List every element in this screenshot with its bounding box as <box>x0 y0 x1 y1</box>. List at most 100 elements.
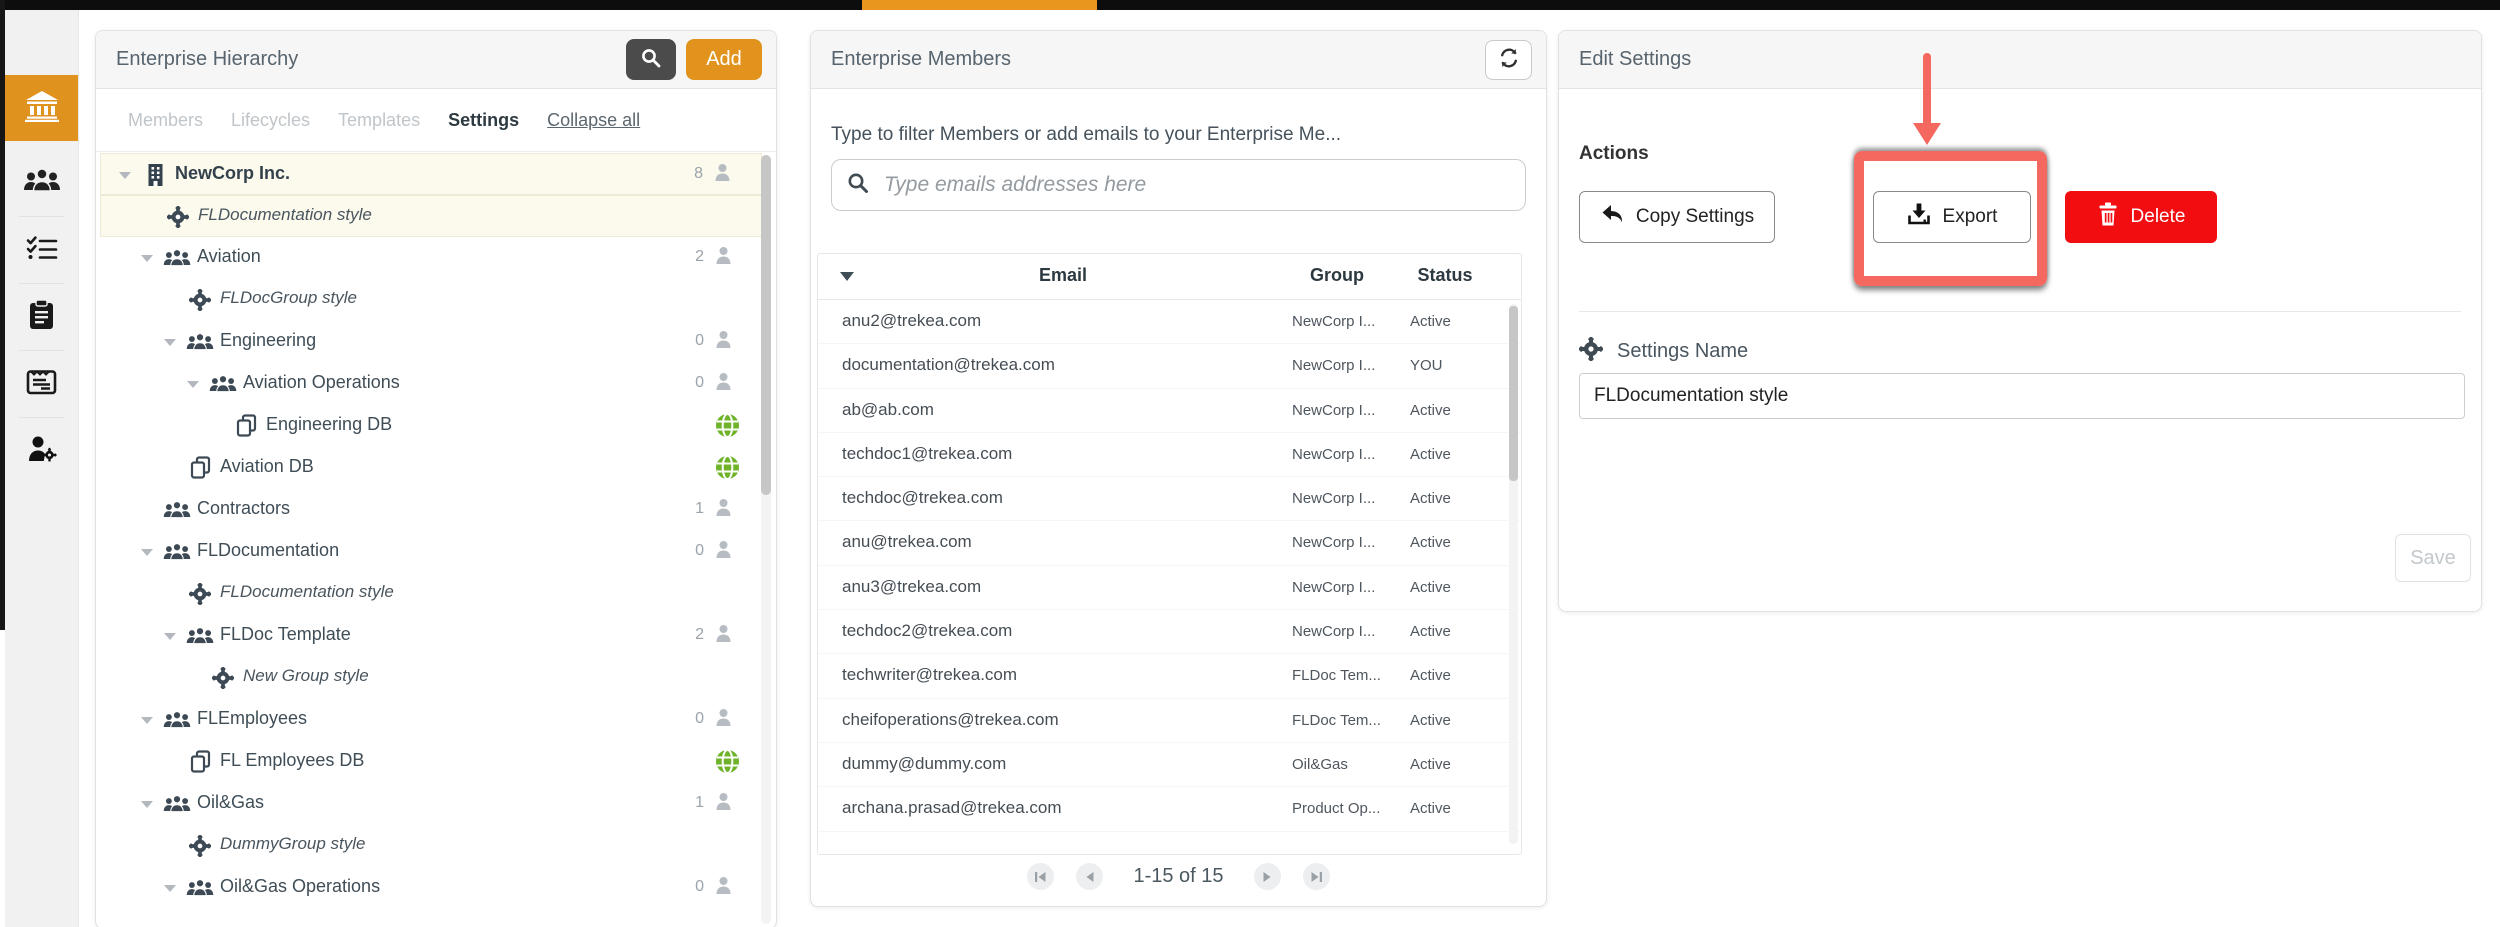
refresh-button[interactable] <box>1485 40 1532 80</box>
member-count: 8 <box>694 165 703 183</box>
email-filter-input[interactable] <box>882 172 1511 198</box>
person-icon <box>715 372 732 396</box>
table-row[interactable]: techdoc@trekea.comNewCorp I...Active <box>818 477 1521 521</box>
actions-heading: Actions <box>1579 143 1649 165</box>
caret-down-icon[interactable] <box>141 717 153 724</box>
caret-down-icon[interactable] <box>141 549 153 556</box>
tree-item[interactable]: FLDocumentation0 <box>100 531 762 573</box>
sidebar-item-enterprise[interactable] <box>5 75 78 141</box>
table-row[interactable]: anu2@trekea.comNewCorp I...Active <box>818 300 1521 344</box>
tree-item[interactable]: - <box>100 909 762 927</box>
next-page-button[interactable] <box>1254 863 1281 890</box>
tree-item[interactable]: FLDocGroup style <box>100 279 762 321</box>
tree-item[interactable]: Oil&Gas1 <box>100 783 762 825</box>
member-group: NewCorp I... <box>1292 402 1375 419</box>
users-icon <box>163 248 191 268</box>
tree-item[interactable]: Aviation DB <box>100 447 762 489</box>
table-row[interactable]: anu@trekea.comNewCorp I...Active <box>818 521 1521 565</box>
document-copy-icon <box>186 455 214 481</box>
table-row[interactable]: techwriter@trekea.comFLDoc Tem...Active <box>818 654 1521 698</box>
column-header-status[interactable]: Status <box>1410 265 1480 286</box>
add-button[interactable]: Add <box>686 39 762 80</box>
table-row[interactable]: anu3@trekea.comNewCorp I...Active <box>818 566 1521 610</box>
caret-down-icon[interactable] <box>164 633 176 640</box>
member-status: Active <box>1410 490 1451 507</box>
member-email: techwriter@trekea.com <box>842 665 1017 685</box>
gear-icon <box>186 581 214 607</box>
tree-item[interactable]: FLDoc Template2 <box>100 615 762 657</box>
search-button[interactable] <box>626 39 676 80</box>
table-row[interactable]: techdoc1@trekea.comNewCorp I...Active <box>818 433 1521 477</box>
tree-item[interactable]: FLEmployees0 <box>100 699 762 741</box>
tree-item[interactable]: DummyGroup style <box>100 825 762 867</box>
clipboard-icon <box>28 299 55 335</box>
tree-item[interactable]: Aviation2 <box>100 237 762 279</box>
last-page-button[interactable] <box>1303 863 1330 890</box>
tree-item[interactable]: Contractors1 <box>100 489 762 531</box>
enterprise-hierarchy-panel: Enterprise Hierarchy Add Members Lifecyc… <box>95 30 777 927</box>
caret-down-icon[interactable] <box>141 255 153 262</box>
caret-down-icon[interactable] <box>164 339 176 346</box>
tree-item[interactable]: Oil&Gas Operations0 <box>100 867 762 909</box>
sort-caret-icon[interactable] <box>840 272 854 281</box>
table-row[interactable]: archana.prasad@trekea.comProduct Op...Ac… <box>818 787 1521 831</box>
globe-icon <box>715 413 740 438</box>
bank-icon <box>24 90 60 127</box>
sidebar-item-admin[interactable] <box>5 423 78 479</box>
tab-settings[interactable]: Settings <box>448 110 519 131</box>
tree-item[interactable]: FL Employees DB <box>100 741 762 783</box>
export-button[interactable]: Export <box>1873 191 2031 243</box>
sidebar-item-members[interactable] <box>5 155 78 211</box>
members-scrollbar[interactable] <box>1509 304 1518 844</box>
prev-page-icon <box>1085 871 1095 883</box>
hierarchy-scrollbar-thumb[interactable] <box>761 155 771 495</box>
divider <box>1579 311 2461 312</box>
tree-item[interactable]: Engineering0 <box>100 321 762 363</box>
copy-settings-button[interactable]: Copy Settings <box>1579 191 1775 243</box>
tree-item[interactable]: New Group style <box>100 657 762 699</box>
collapse-all-link[interactable]: Collapse all <box>547 110 640 131</box>
first-page-button[interactable] <box>1027 863 1054 890</box>
tree-item[interactable]: NewCorp Inc.8 <box>100 153 762 195</box>
caret-down-icon[interactable] <box>141 801 153 808</box>
members-scrollbar-thumb[interactable] <box>1509 306 1518 481</box>
member-status: Active <box>1410 579 1451 596</box>
table-row[interactable]: ab@ab.comNewCorp I...Active <box>818 389 1521 433</box>
column-header-email[interactable]: Email <box>968 265 1158 286</box>
table-row[interactable]: dummy@dummy.comOil&GasActive <box>818 743 1521 787</box>
sidebar-item-forms[interactable] <box>5 356 78 412</box>
person-icon <box>715 876 732 900</box>
member-status: Active <box>1410 800 1451 817</box>
sidebar-item-lifecycles[interactable] <box>5 222 78 278</box>
caret-down-icon[interactable] <box>164 885 176 892</box>
caret-down-icon[interactable] <box>187 381 199 388</box>
sidebar-item-templates[interactable] <box>5 289 78 345</box>
email-filter-field[interactable] <box>831 159 1526 211</box>
prev-page-button[interactable] <box>1076 863 1103 890</box>
members-header: Enterprise Members <box>811 31 1546 89</box>
hierarchy-tree: NewCorp Inc.8FLDocumentation styleAviati… <box>96 153 776 927</box>
caret-down-icon[interactable] <box>119 172 131 179</box>
tab-members[interactable]: Members <box>128 110 203 131</box>
top-bar-accent <box>862 0 1097 10</box>
tree-item[interactable]: FLDocumentation style <box>100 573 762 615</box>
save-button[interactable]: Save <box>2395 534 2471 582</box>
tree-item[interactable]: FLDocumentation style <box>100 195 762 237</box>
table-row[interactable]: documentation@trekea.comNewCorp I...YOU <box>818 344 1521 388</box>
table-row[interactable]: techdoc2@trekea.comNewCorp I...Active <box>818 610 1521 654</box>
tab-lifecycles[interactable]: Lifecycles <box>231 110 310 131</box>
tree-item[interactable]: Aviation Operations0 <box>100 363 762 405</box>
member-group: FLDoc Tem... <box>1292 667 1381 684</box>
delete-button[interactable]: Delete <box>2065 191 2217 243</box>
column-header-group[interactable]: Group <box>1292 265 1382 286</box>
table-row[interactable]: cheifoperations@trekea.comFLDoc Tem...Ac… <box>818 699 1521 743</box>
user-gear-icon <box>27 435 57 467</box>
tree-item[interactable]: Engineering DB <box>100 405 762 447</box>
hierarchy-scrollbar[interactable] <box>761 155 771 924</box>
member-status: Active <box>1410 402 1451 419</box>
tab-templates[interactable]: Templates <box>338 110 420 131</box>
member-email: techdoc1@trekea.com <box>842 444 1012 464</box>
document-copy-icon <box>186 749 214 775</box>
sidebar-separator <box>19 417 64 418</box>
settings-name-input[interactable] <box>1579 373 2465 419</box>
